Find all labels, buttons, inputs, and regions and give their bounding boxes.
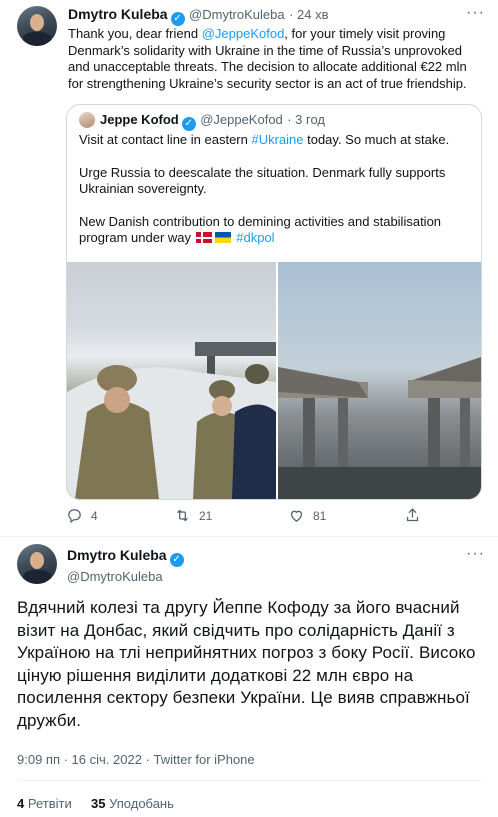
quote-photo-right[interactable] bbox=[278, 262, 481, 499]
quote-paragraph-2: Urge Russia to deescalate the situation.… bbox=[79, 164, 446, 197]
quote-author-name: Jeppe Kofod bbox=[100, 112, 179, 127]
heart-icon bbox=[290, 510, 303, 522]
verified-icon: ✓ bbox=[181, 117, 196, 131]
likes-label: Уподобань bbox=[109, 796, 174, 811]
author-name[interactable]: Dmytro Kuleba bbox=[67, 547, 167, 563]
mention-link[interactable]: @JeppeKofod bbox=[202, 26, 285, 41]
likes-stat[interactable]: 35 Уподобань bbox=[91, 796, 174, 811]
more-options-icon[interactable]: ··· bbox=[466, 5, 484, 26]
divider bbox=[0, 536, 498, 537]
likes-count: 35 bbox=[90, 796, 106, 811]
quote-header: Jeppe Kofod ✓ @JeppeKofod · 3 год bbox=[100, 111, 325, 131]
like-button[interactable]: 81 bbox=[288, 507, 326, 524]
quote-text-part: Visit at contact line in eastern bbox=[79, 132, 252, 147]
bridge-illustration bbox=[278, 357, 481, 499]
verified-icon: ✓ bbox=[169, 553, 184, 567]
quote-photo-left[interactable] bbox=[67, 262, 276, 499]
share-button[interactable] bbox=[404, 507, 421, 524]
tweet-timestamp[interactable]: 9:09 пп · 16 січ. 2022 · bbox=[17, 752, 153, 767]
avatar-face bbox=[30, 14, 44, 31]
ukraine-flag-icon bbox=[214, 232, 231, 243]
divider bbox=[17, 780, 482, 781]
tweet-stats: 4 Ретвіти 35 Уподобань bbox=[17, 796, 174, 811]
hashtag-link[interactable]: #Ukraine bbox=[251, 132, 303, 147]
quote-author-handle: @JeppeKofod bbox=[200, 112, 283, 127]
main-tweet-text: Вдячний колезі та другу Йеппе Кофоду за … bbox=[17, 598, 476, 730]
share-icon bbox=[406, 508, 419, 522]
reply-icon bbox=[68, 509, 81, 524]
tweet-source[interactable]: Twitter for iPhone bbox=[153, 752, 254, 767]
soldiers-illustration bbox=[67, 342, 276, 499]
retweet-icon bbox=[177, 509, 188, 522]
quote-paragraph-3: New Danish contribution to demining acti… bbox=[79, 214, 469, 247]
retweets-count: 4 bbox=[17, 796, 25, 811]
avatar[interactable] bbox=[17, 544, 57, 584]
tweet-time[interactable]: · 24 хв bbox=[289, 7, 328, 22]
quote-text-part: today. So much at stake. bbox=[303, 132, 450, 147]
tweet-metadata: 9:09 пп · 16 січ. 2022 · Twitter for iPh… bbox=[17, 752, 255, 767]
quoted-tweet[interactable]: Jeppe Kofod ✓ @JeppeKofod · 3 год Visit a… bbox=[66, 104, 482, 500]
retweets-label: Ретвіти bbox=[27, 796, 72, 811]
retweet-button[interactable]: 21 bbox=[174, 507, 212, 524]
like-count: 81 bbox=[313, 508, 327, 523]
avatar[interactable] bbox=[17, 6, 57, 46]
main-tweet-author: Dmytro Kuleba ✓ @DmytroKuleba bbox=[67, 547, 184, 584]
reply-count: 4 bbox=[91, 508, 98, 523]
quote-avatar bbox=[79, 112, 95, 128]
quote-time: · 3 год bbox=[287, 112, 326, 127]
hashtag-link[interactable]: #dkpol bbox=[236, 230, 274, 245]
author-name[interactable]: Dmytro Kuleba bbox=[68, 6, 168, 22]
tweet-header: Dmytro Kuleba ✓ @DmytroKuleba · 24 хв bbox=[68, 6, 328, 26]
author-handle[interactable]: @DmytroKuleba bbox=[189, 7, 285, 22]
more-options-icon[interactable]: ··· bbox=[466, 546, 484, 567]
author-handle[interactable]: @DmytroKuleba bbox=[67, 569, 184, 584]
avatar-face bbox=[30, 552, 44, 569]
denmark-flag-icon bbox=[195, 232, 212, 243]
avatar-suit bbox=[23, 570, 51, 584]
tweet-text: Thank you, dear friend @JeppeKofod, for … bbox=[68, 26, 478, 92]
tweet-text-part: Thank you, dear friend bbox=[68, 26, 202, 41]
quote-text: Visit at contact line in eastern #Ukrain… bbox=[79, 132, 469, 247]
retweets-stat[interactable]: 4 Ретвіти bbox=[17, 796, 72, 811]
quote-line-1: Visit at contact line in eastern #Ukrain… bbox=[79, 132, 469, 149]
verified-icon: ✓ bbox=[170, 12, 185, 26]
reply-button[interactable]: 4 bbox=[66, 507, 98, 524]
retweet-count: 21 bbox=[199, 508, 213, 523]
avatar-suit bbox=[23, 32, 51, 46]
